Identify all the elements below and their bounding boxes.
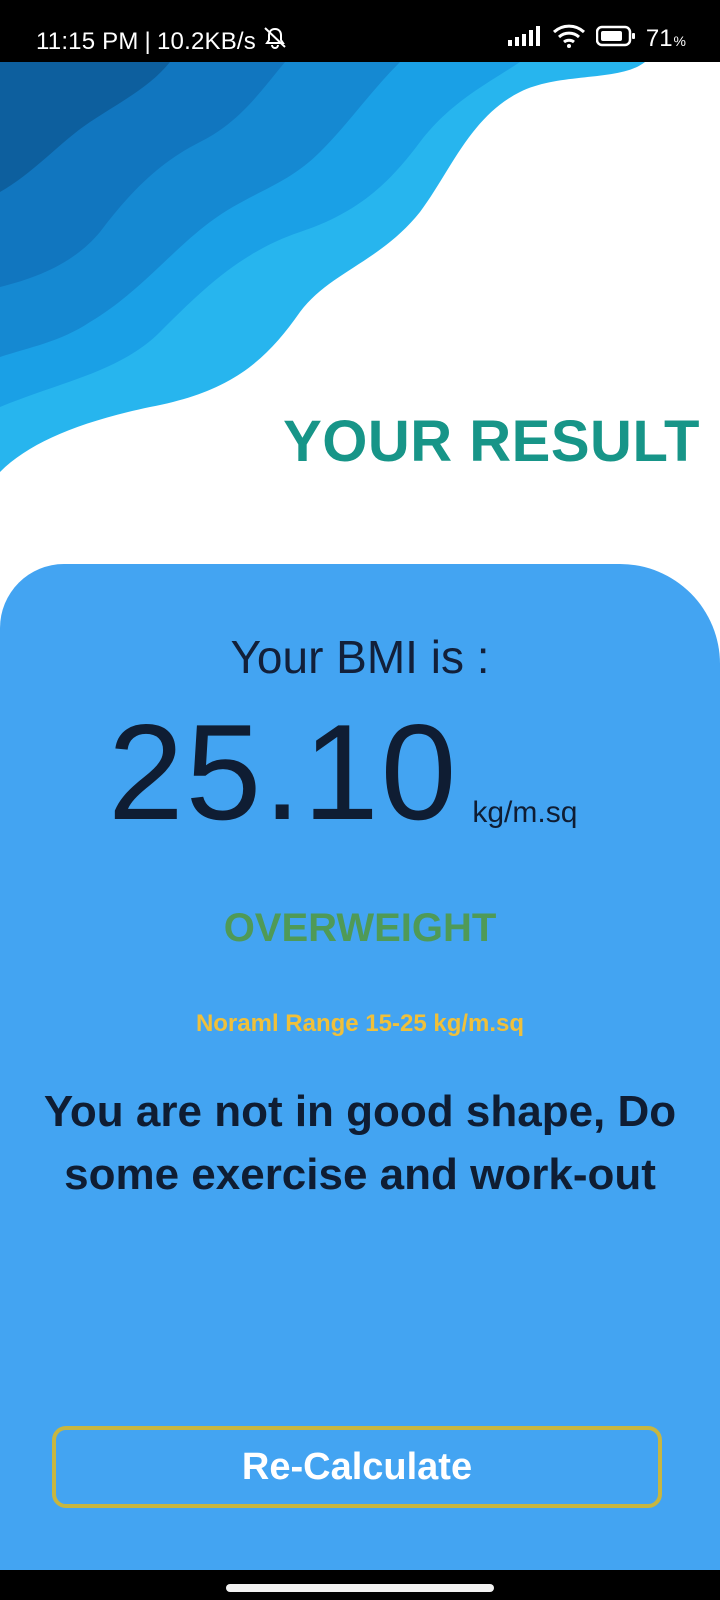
bmi-value-row: 25.10 kg/m.sq [108, 704, 577, 840]
clock: 11:15 PM [36, 27, 139, 55]
advice-text: You are not in good shape, Do some exerc… [43, 1087, 677, 1199]
page-title: YOUR RESULT [283, 409, 700, 474]
bmi-category: OVERWEIGHT [223, 906, 497, 950]
network-speed: 10.2KB/s [156, 27, 256, 55]
home-indicator[interactable] [226, 1584, 494, 1592]
battery-percent: 71 % [646, 25, 686, 53]
normal-range: Noraml Range 15-25 kg/m.sq [195, 1010, 525, 1037]
mute-bell-icon [262, 26, 288, 57]
result-card: Your BMI is : 25.10 kg/m.sq OVERWEIGHT N… [0, 564, 720, 1570]
battery-icon [595, 25, 636, 52]
bmi-value: 25.10 [108, 696, 459, 848]
status-right: 71 % [507, 24, 686, 53]
battery-percent-sign: % [673, 32, 686, 49]
bmi-label: Your BMI is : [230, 631, 490, 683]
wifi-icon [552, 24, 586, 53]
bmi-unit: kg/m.sq [472, 796, 578, 829]
signal-icon [507, 26, 542, 51]
result-screen: YOUR RESULT Your BMI is : 25.10 kg/m.sq … [0, 62, 720, 1570]
status-separator: | [144, 27, 151, 55]
status-left: 11:15 PM | 10.2KB/s [36, 26, 288, 57]
battery-percent-value: 71 [645, 24, 673, 52]
navigation-bar [0, 1570, 720, 1600]
status-bar: 11:15 PM | 10.2KB/s 71 % [0, 0, 720, 62]
recalculate-button[interactable]: Re-Calculate [52, 1426, 662, 1508]
